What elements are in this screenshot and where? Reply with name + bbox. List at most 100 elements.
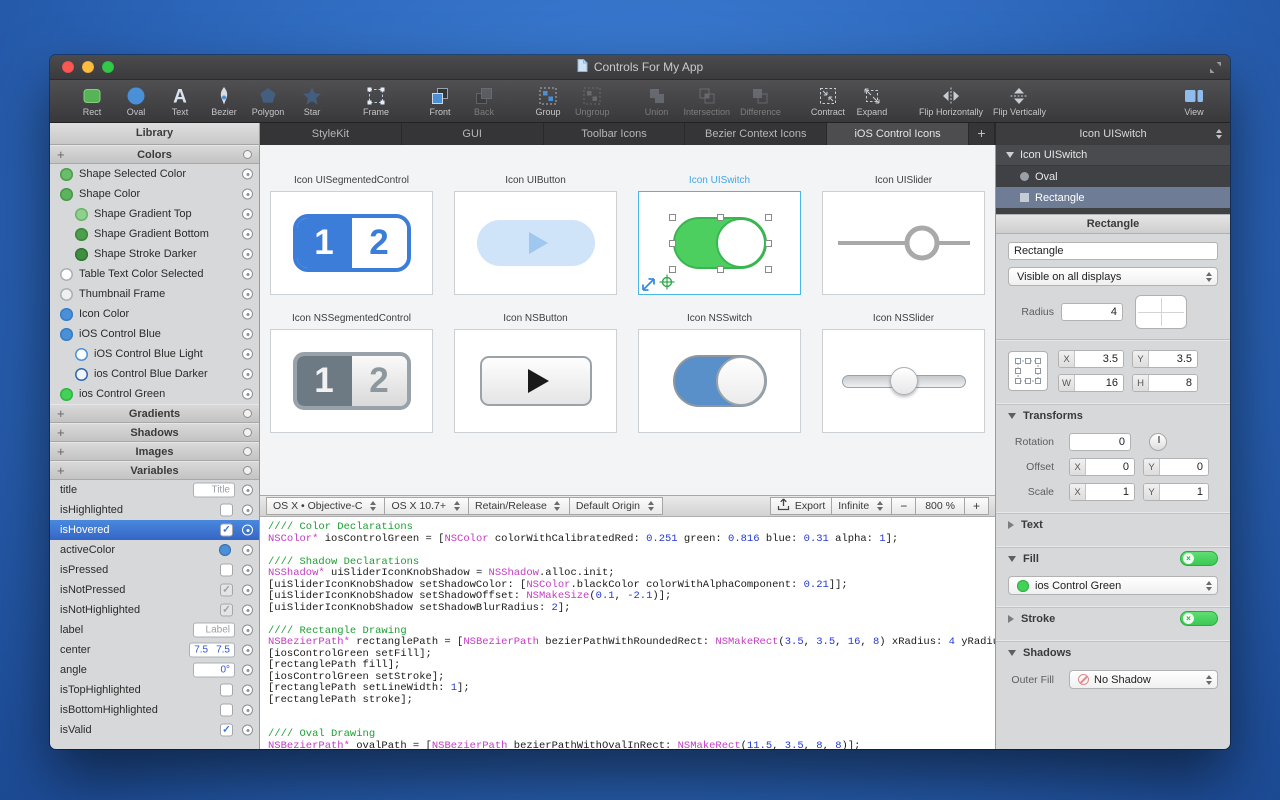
selection-handle[interactable] (669, 240, 676, 247)
variable-item-isvalid[interactable]: isValid✓ (50, 720, 259, 740)
color-item-icon-color[interactable]: Icon Color (50, 304, 259, 324)
layer-icon-uiswitch[interactable]: Icon UISwitch (996, 145, 1230, 166)
scale-x-field[interactable]: X (1069, 483, 1135, 501)
variable-value-field[interactable]: 7.57.5 (189, 643, 235, 658)
remove-stroke-icon[interactable]: × (1183, 613, 1194, 624)
target-icon[interactable] (242, 329, 253, 340)
color-item-shape-color[interactable]: Shape Color (50, 184, 259, 204)
selection-handle[interactable] (717, 266, 724, 273)
toolbar-rect-button[interactable]: Rect (70, 85, 114, 117)
color-item-shape-stroke-darker[interactable]: Shape Stroke Darker (50, 244, 259, 264)
target-icon[interactable] (242, 389, 253, 400)
selection-handle[interactable] (765, 214, 772, 221)
tab-ios-control-icons[interactable]: iOS Control Icons (827, 123, 969, 145)
library-section-gradients[interactable]: +Gradients (50, 404, 259, 423)
variable-value-field[interactable]: 0° (193, 663, 235, 678)
frame-h-field[interactable]: H (1132, 374, 1198, 392)
memory-model-select[interactable]: Retain/Release (469, 497, 570, 515)
rotation-input[interactable] (1069, 433, 1131, 451)
target-icon[interactable] (242, 485, 253, 496)
toolbar-frame-button[interactable]: Frame (354, 85, 398, 117)
canvas-card-icon-nssegmentedcontrol[interactable]: 12 (270, 329, 433, 433)
variable-item-ispressed[interactable]: isPressed (50, 560, 259, 580)
code-view[interactable]: //// Color DeclarationsNSColor* iosContr… (260, 517, 995, 749)
variable-value-field[interactable]: Label (193, 623, 235, 638)
toolbar-front-button[interactable]: Front (418, 85, 462, 117)
outer-shadow-select[interactable]: No Shadow (1069, 670, 1218, 689)
variable-item-activecolor[interactable]: activeColor (50, 540, 259, 560)
target-icon[interactable] (242, 349, 253, 360)
toolbar-polygon-button[interactable]: Polygon (246, 85, 290, 117)
fill-section-header[interactable]: Fill × (996, 547, 1230, 569)
scale-y-input[interactable] (1160, 484, 1208, 500)
add-icon[interactable]: + (57, 462, 65, 479)
inspector-target-select[interactable]: Icon UISwitch (995, 123, 1230, 145)
color-item-ios-control-green[interactable]: ios Control Green (50, 384, 259, 404)
anchor-crosshair-icon[interactable] (659, 274, 675, 290)
target-icon[interactable] (242, 685, 253, 696)
zoom-level[interactable]: 800 % (916, 497, 965, 515)
stroke-section-header[interactable]: Stroke × (996, 607, 1230, 629)
selection-handle[interactable] (765, 240, 772, 247)
color-item-ios-control-blue-light[interactable]: iOS Control Blue Light (50, 344, 259, 364)
frame-w-field[interactable]: W (1058, 374, 1124, 392)
frame-x-field[interactable]: X (1058, 350, 1124, 368)
target-icon[interactable] (242, 169, 253, 180)
frame-resizing-widget[interactable] (1008, 351, 1048, 391)
target-icon[interactable] (242, 665, 253, 676)
tab-gui[interactable]: GUI (402, 123, 544, 145)
toolbar-group-button[interactable]: Group (526, 85, 570, 117)
add-icon[interactable]: + (57, 405, 65, 422)
target-icon[interactable] (242, 705, 253, 716)
frame-h-input[interactable] (1149, 375, 1197, 391)
variable-checkbox[interactable] (220, 564, 233, 577)
remove-fill-icon[interactable]: × (1183, 553, 1194, 564)
color-item-thumbnail-frame[interactable]: Thumbnail Frame (50, 284, 259, 304)
target-icon[interactable] (242, 525, 253, 536)
target-icon[interactable] (242, 229, 253, 240)
offset-x-input[interactable] (1086, 459, 1134, 475)
layer-oval[interactable]: Oval (996, 166, 1230, 187)
library-section-images[interactable]: +Images (50, 442, 259, 461)
canvas-card-icon-uislider[interactable] (822, 191, 985, 295)
corner-radius-widget[interactable] (1135, 295, 1187, 329)
canvas-card-icon-nsbutton[interactable] (454, 329, 617, 433)
target-icon[interactable] (242, 269, 253, 280)
library-section-variables[interactable]: +Variables (50, 461, 259, 480)
canvas[interactable]: Icon UISegmentedControl12Icon UIButtonIc… (260, 145, 995, 495)
text-section-header[interactable]: Text (996, 513, 1230, 535)
tab-bezier-context-icons[interactable]: Bezier Context Icons (685, 123, 827, 145)
toolbar-text-button[interactable]: AText (158, 85, 202, 117)
canvas-card-icon-nsslider[interactable] (822, 329, 985, 433)
scale-y-field[interactable]: Y (1143, 483, 1209, 501)
variable-checkbox[interactable]: ✓ (220, 524, 233, 537)
fullscreen-icon[interactable] (1209, 61, 1222, 79)
selection-handle[interactable] (669, 214, 676, 221)
variable-checkbox[interactable]: ✓ (220, 604, 233, 617)
target-icon[interactable] (242, 209, 253, 220)
selection-handle[interactable] (765, 266, 772, 273)
target-icon[interactable] (242, 289, 253, 300)
variable-item-istophighlighted[interactable]: isTopHighlighted (50, 680, 259, 700)
radius-input[interactable] (1061, 303, 1123, 321)
target-icon[interactable] (242, 585, 253, 596)
target-icon[interactable] (242, 565, 253, 576)
target-icon[interactable] (242, 505, 253, 516)
zoom-out-button[interactable]: − (892, 497, 916, 515)
visibility-select[interactable]: Visible on all displays (1008, 267, 1218, 286)
variable-item-angle[interactable]: angle0° (50, 660, 259, 680)
disclosure-triangle-icon[interactable] (1006, 152, 1014, 158)
variable-value-field[interactable]: Title (193, 483, 235, 498)
shape-name-input[interactable] (1008, 242, 1218, 260)
origin-select[interactable]: Default Origin (570, 497, 663, 515)
variable-item-ishighlighted[interactable]: isHighlighted (50, 500, 259, 520)
fill-enabled-toggle[interactable]: × (1180, 551, 1218, 566)
frame-y-input[interactable] (1149, 351, 1197, 367)
target-icon[interactable] (242, 545, 253, 556)
variable-item-center[interactable]: center7.57.5 (50, 640, 259, 660)
variable-item-isnothighlighted[interactable]: isNotHighlighted✓ (50, 600, 259, 620)
variable-item-label[interactable]: labelLabel (50, 620, 259, 640)
target-icon[interactable] (242, 625, 253, 636)
color-item-shape-selected-color[interactable]: Shape Selected Color (50, 164, 259, 184)
color-item-shape-gradient-bottom[interactable]: Shape Gradient Bottom (50, 224, 259, 244)
